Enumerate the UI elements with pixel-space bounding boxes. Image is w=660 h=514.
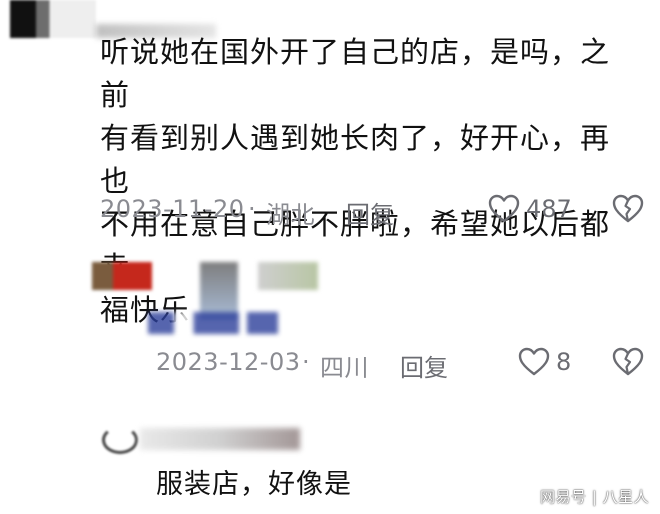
reply-text-blurred [148,312,278,334]
like-count: 487 [526,195,572,223]
watermark-author: 八星人 [602,488,650,506]
meta-separator: · [302,348,311,376]
heart-outline-icon[interactable] [518,347,550,377]
third-comment-text: 服装店，好像是 [156,469,352,500]
reply-date: 2023-12-03 [156,348,301,376]
comment-date: 2023-11-20 [100,195,245,223]
broken-heart-icon[interactable] [612,347,644,377]
watermark-separator: | [591,488,598,506]
comment-body: 听说她在国外开了自己的店，是吗，之前 有看到别人遇到她长肉了，好开心，再也 不用… [100,31,620,332]
reply-location: 四川 [320,354,369,382]
commenter-avatar-blurred[interactable] [10,0,96,38]
watermark-source: 网易号 [540,488,587,506]
reply-button[interactable]: 回复 [400,348,448,383]
third-name-blurred[interactable] [140,428,300,450]
meta-separator: · [248,195,257,223]
watermark: 网易号 | 八星人 [540,486,649,507]
reply-name-blurred-2[interactable] [258,262,318,290]
heart-outline-icon[interactable] [488,194,520,224]
reply-button[interactable]: 回复 [346,195,394,230]
comment-line: 有看到别人遇到她长肉了，好开心，再也 [100,121,611,198]
comment-location: 湖北 [266,201,315,229]
like-count: 8 [556,348,572,376]
comment-line: 听说她在国外开了自己的店，是吗，之前 [100,35,611,112]
third-avatar-blurred[interactable] [102,426,138,454]
reply-avatar-blurred[interactable] [92,262,152,290]
broken-heart-icon[interactable] [612,194,644,224]
